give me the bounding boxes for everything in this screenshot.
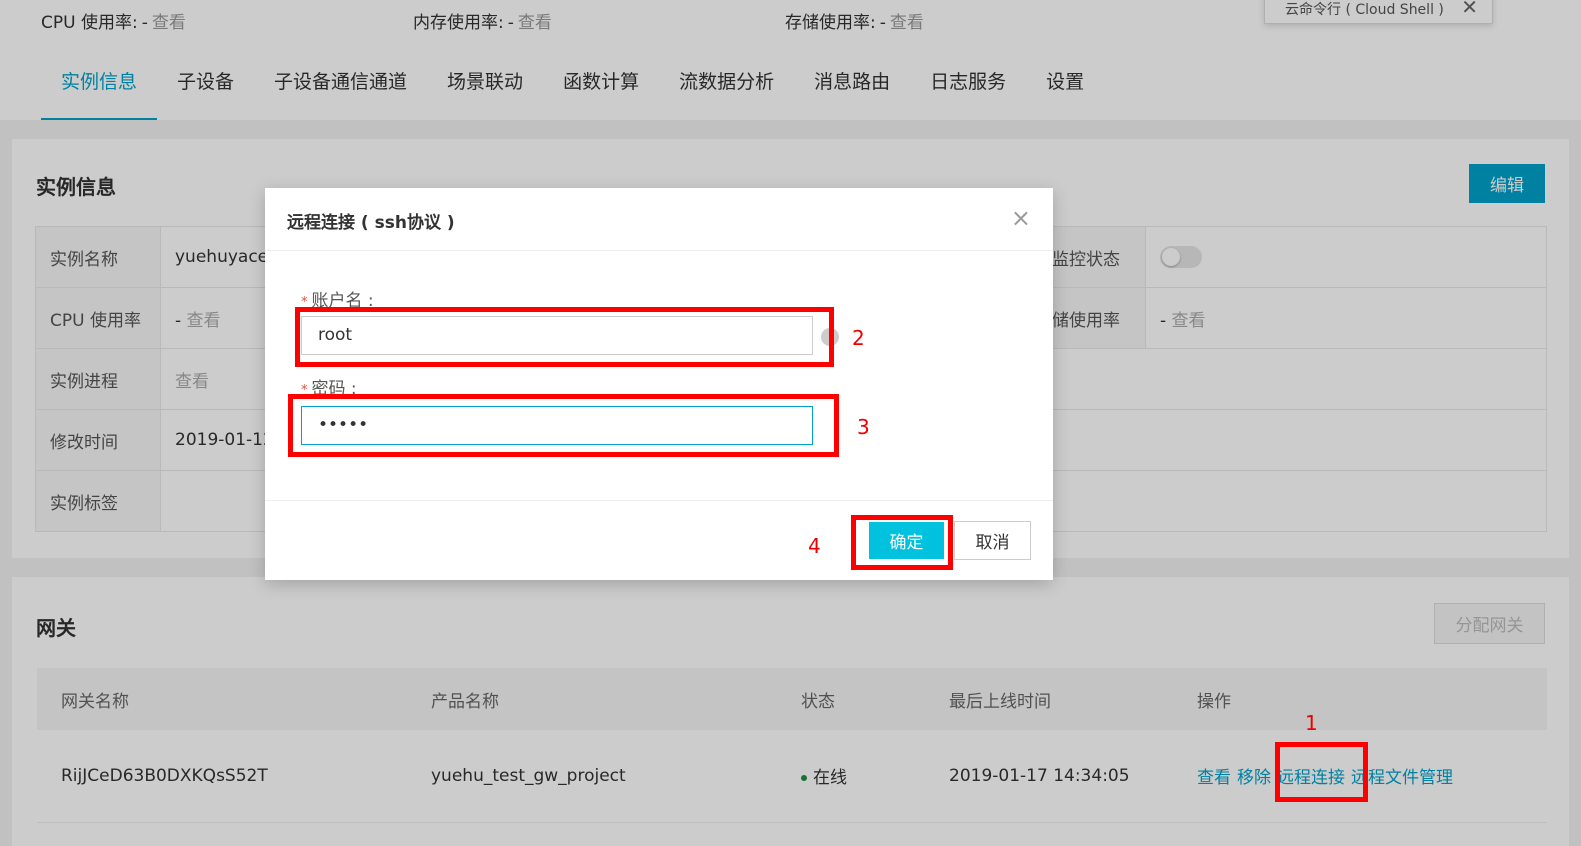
- highlight-box-remote-connect: [1275, 742, 1368, 802]
- close-icon[interactable]: ×: [1011, 206, 1031, 230]
- highlight-box-account: [295, 307, 834, 367]
- step-number-2: 2: [852, 326, 865, 350]
- step-number-1: 1: [1305, 711, 1318, 735]
- highlight-box-password: [288, 394, 839, 457]
- cancel-button[interactable]: 取消: [954, 521, 1031, 560]
- dialog-title: 远程连接 ( ssh协议 ): [287, 213, 455, 233]
- step-number-3: 3: [857, 415, 870, 439]
- dialog-header: 远程连接 ( ssh协议 ) ×: [265, 188, 1053, 251]
- highlight-box-confirm: [851, 515, 953, 570]
- step-number-4: 4: [808, 534, 821, 558]
